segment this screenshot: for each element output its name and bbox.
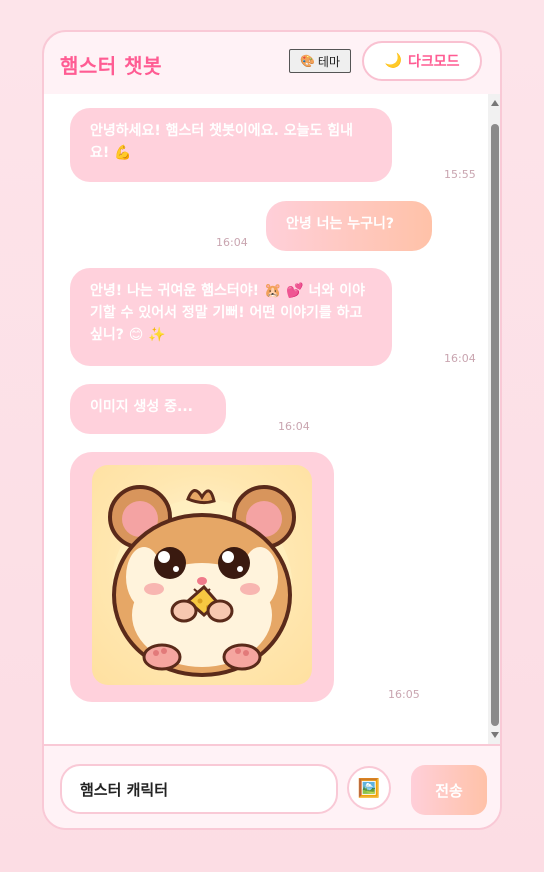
message-time: 16:04 — [216, 236, 248, 249]
scroll-thumb[interactable] — [491, 124, 499, 726]
composer: 🖼️ 전송 — [44, 744, 500, 828]
user-message: 안녕 너는 누구니? — [266, 201, 432, 251]
theme-button-label: 테마 — [317, 54, 341, 69]
message-text: 이미지 생성 중... — [90, 399, 193, 415]
dark-mode-button[interactable]: 🌙 다크모드 — [362, 41, 482, 81]
message-time: 16:04 — [444, 352, 476, 365]
theme-button[interactable]: 🎨 테마 — [289, 49, 351, 73]
chat-messages[interactable]: 안녕하세요! 햄스터 챗봇이에요. 오늘도 힘내요! 💪 15:55 안녕 너는… — [44, 94, 500, 744]
message-time: 16:05 — [388, 688, 420, 701]
message-time: 16:04 — [278, 420, 310, 433]
bot-image-message — [70, 452, 334, 702]
header: 햄스터 챗봇 🎨 테마 🌙 다크모드 — [44, 32, 500, 96]
scroll-up-arrow-icon[interactable] — [491, 100, 499, 106]
hamster-illustration — [108, 485, 296, 677]
bot-message: 안녕! 나는 귀여운 햄스터야! 🐹 💕 너와 이야기할 수 있어서 정말 기뻐… — [70, 268, 392, 366]
scroll-down-arrow-icon[interactable] — [491, 732, 499, 738]
chat-scrollbar[interactable] — [488, 94, 500, 744]
message-text: 안녕하세요! 햄스터 챗봇이에요. 오늘도 힘내요! 💪 — [90, 123, 354, 161]
bot-message: 이미지 생성 중... — [70, 384, 226, 434]
dark-mode-label: 다크모드 — [407, 54, 460, 70]
palette-icon: 🎨 — [299, 54, 315, 68]
bot-message: 안녕하세요! 햄스터 챗봇이에요. 오늘도 힘내요! 💪 — [70, 108, 392, 182]
send-button[interactable]: 전송 — [411, 765, 487, 815]
message-input[interactable] — [60, 764, 338, 814]
message-text: 안녕! 나는 귀여운 햄스터야! 🐹 💕 너와 이야기할 수 있어서 정말 기뻐… — [90, 283, 365, 343]
message-time: 15:55 — [444, 168, 476, 181]
picture-icon: 🖼️ — [357, 777, 381, 799]
chat-app: 햄스터 챗봇 🎨 테마 🌙 다크모드 안녕하세요! 햄스터 챗봇이에요. 오늘도… — [42, 30, 502, 830]
hamster-image[interactable] — [92, 465, 312, 685]
image-upload-button[interactable]: 🖼️ — [347, 766, 391, 810]
message-text: 안녕 너는 누구니? — [286, 216, 395, 232]
app-title: 햄스터 챗봇 — [60, 54, 162, 78]
moon-icon: 🌙 — [384, 53, 402, 69]
